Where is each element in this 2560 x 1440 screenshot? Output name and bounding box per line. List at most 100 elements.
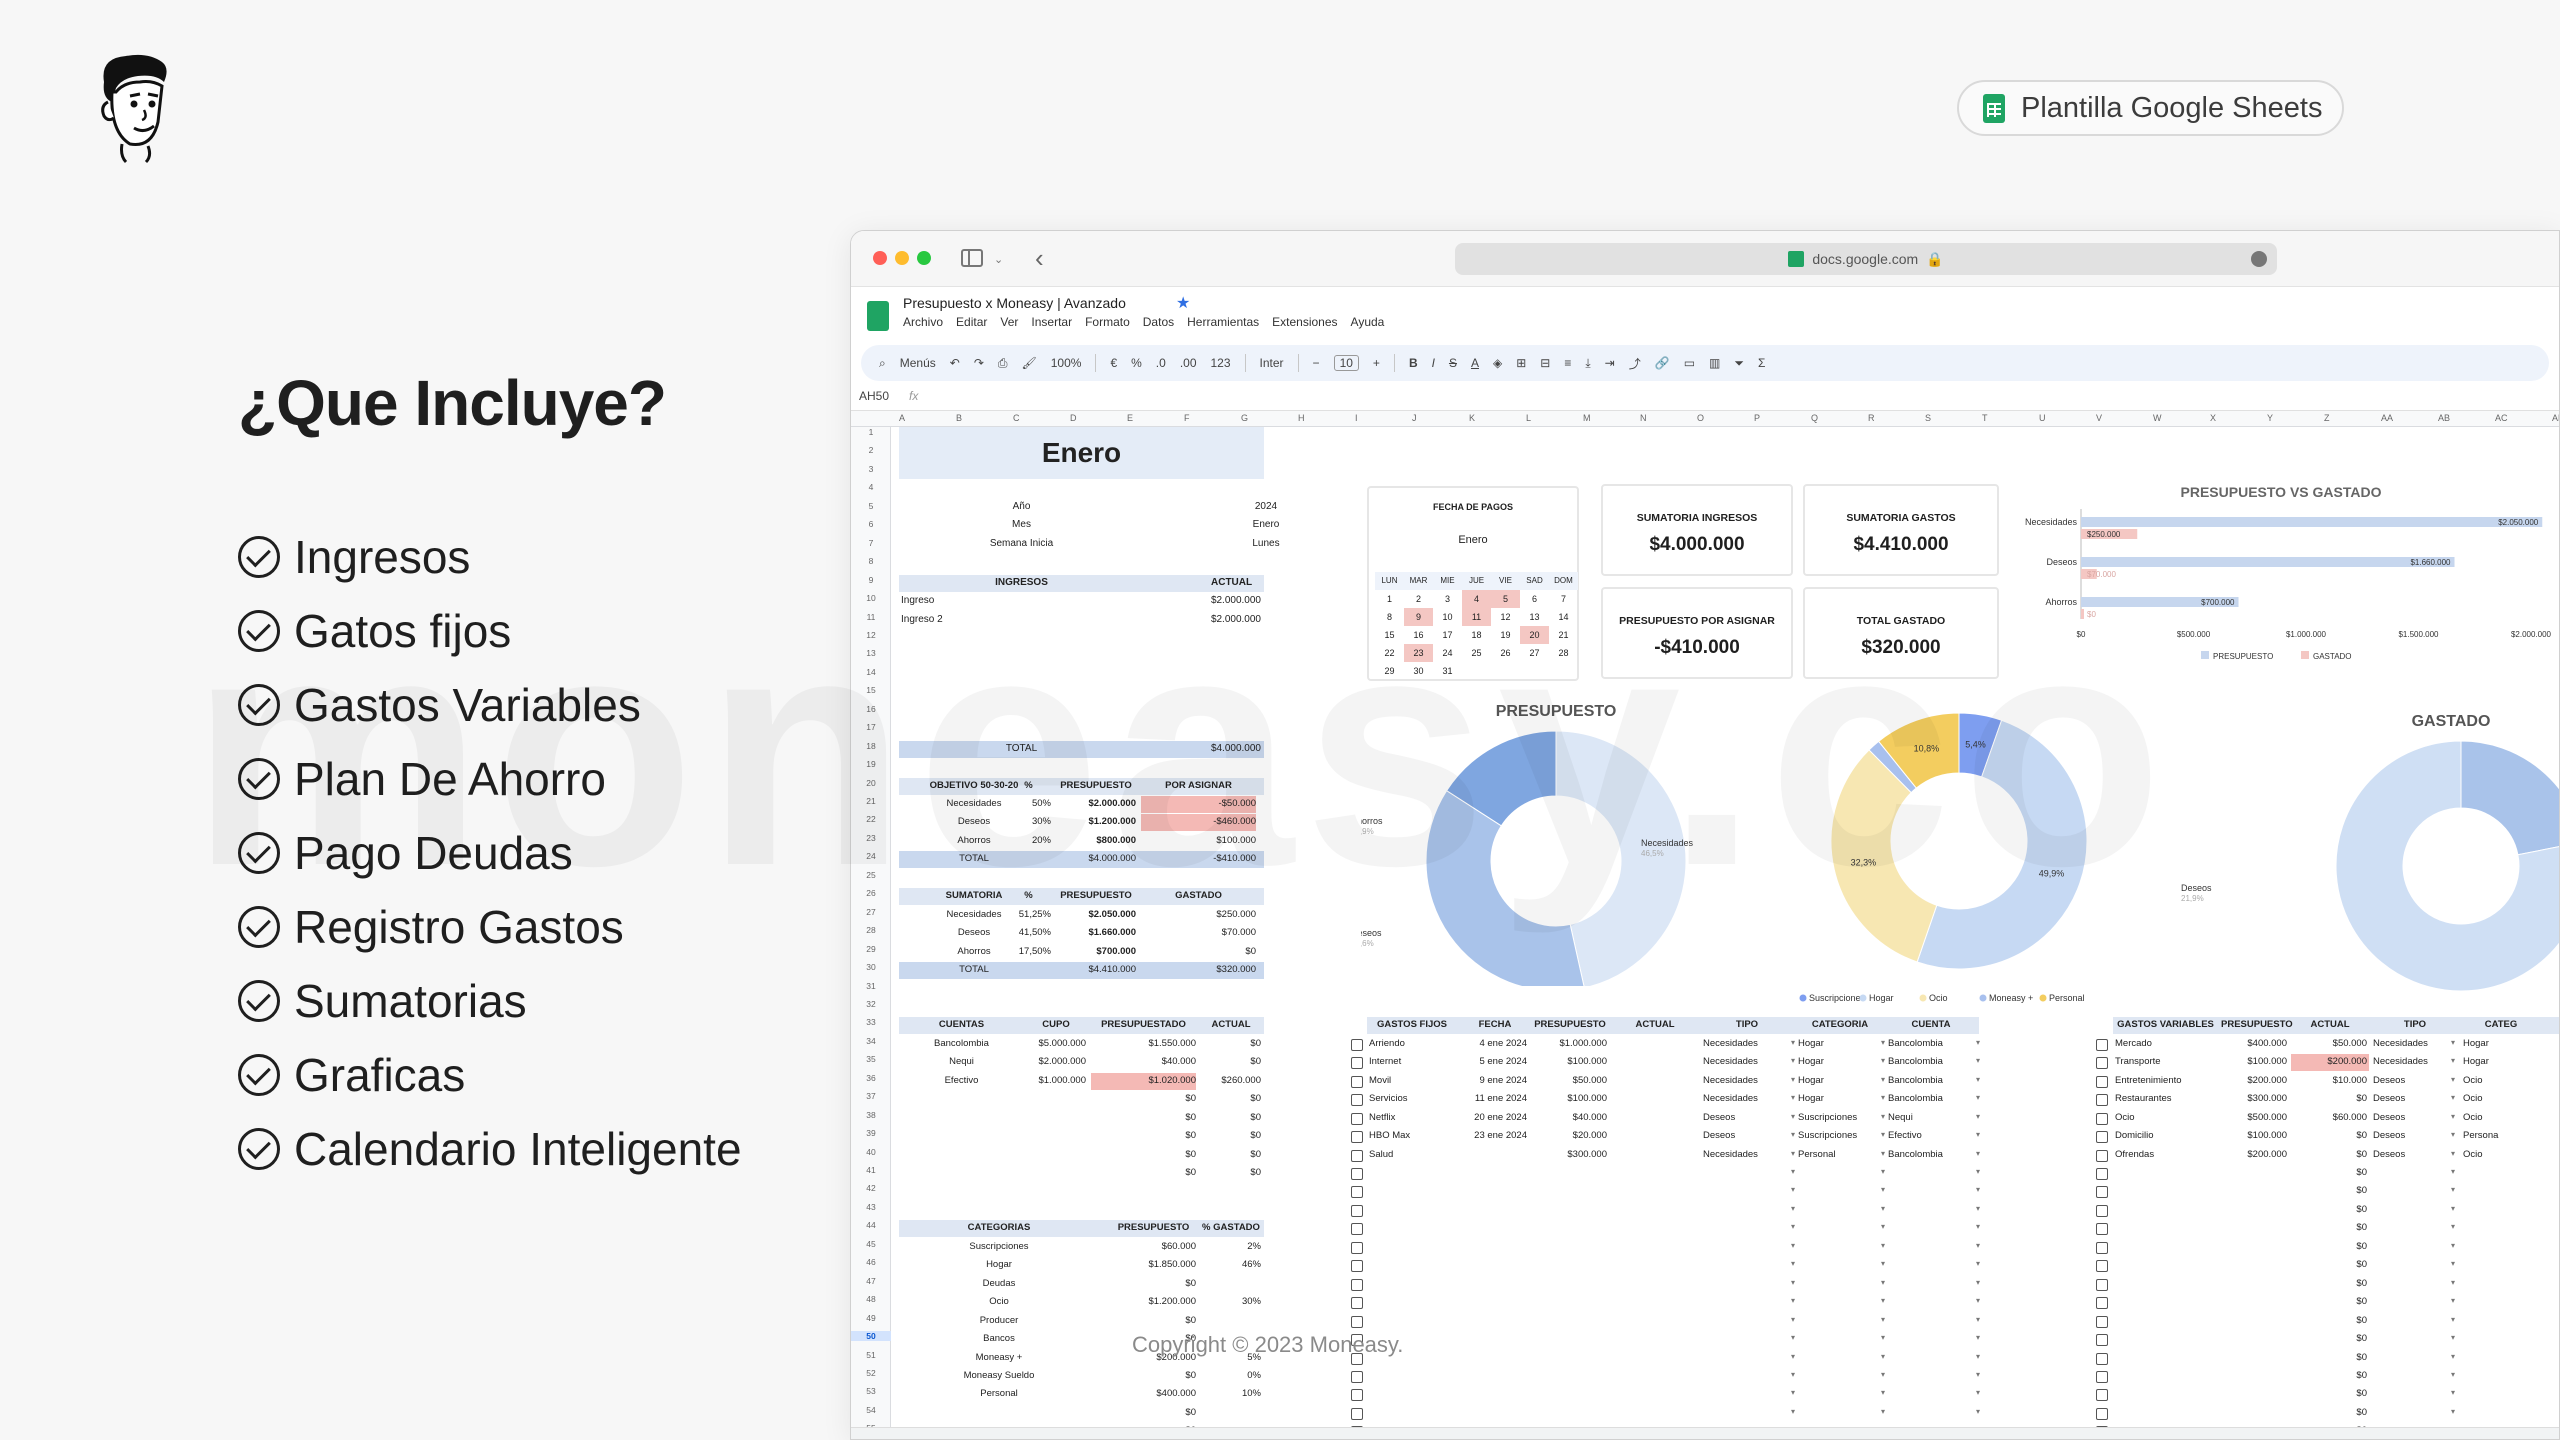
row-header[interactable]: 53 [851,1386,891,1396]
row-header[interactable]: 31 [851,981,891,991]
column-header[interactable]: U [2039,413,2046,423]
row-header[interactable]: 32 [851,999,891,1009]
row-header[interactable]: 13 [851,648,891,658]
column-header[interactable]: F [1184,413,1190,423]
paint-format-icon[interactable]: 🖌 [1022,356,1037,370]
checkbox[interactable] [1351,1094,1363,1107]
checkbox[interactable] [1351,1149,1363,1162]
column-header[interactable]: D [1070,413,1077,423]
functions-icon[interactable]: Σ [1758,356,1765,370]
increase-decimal-button[interactable]: .00 [1180,356,1197,370]
column-header[interactable]: L [1526,413,1531,423]
checkbox[interactable] [1351,1168,1363,1180]
column-header[interactable]: A [899,413,905,423]
checkbox[interactable] [2096,1094,2108,1107]
font-select[interactable]: Inter [1260,356,1284,370]
print-icon[interactable]: ⎙ [998,356,1008,371]
star-icon[interactable]: ★ [1176,293,1190,313]
checkbox[interactable] [1351,1241,1363,1254]
address-bar[interactable]: docs.google.com 🔒 [1455,243,2277,275]
checkbox[interactable] [1351,1223,1363,1236]
checkbox[interactable] [2096,1149,2108,1162]
column-header[interactable]: B [956,413,962,423]
checkbox[interactable] [2096,1278,2108,1291]
checkbox[interactable] [1351,1389,1363,1402]
row-header[interactable]: 44 [851,1220,891,1230]
row-header[interactable]: 52 [851,1368,891,1378]
menu-item[interactable]: Ayuda [1351,315,1385,329]
row-header[interactable]: 8 [851,556,891,566]
checkbox[interactable] [1351,1038,1363,1051]
checkbox[interactable] [2096,1186,2108,1199]
rotate-icon[interactable]: ⤴ [1629,355,1641,372]
row-header[interactable]: 12 [851,630,891,640]
row-header[interactable]: 54 [851,1405,891,1415]
row-header[interactable]: 36 [851,1073,891,1083]
link-icon[interactable]: 🔗 [1655,356,1670,370]
checkbox[interactable] [1351,1057,1363,1070]
menu-item[interactable]: Herramientas [1187,315,1259,329]
sheet-tabs-bar[interactable] [851,1427,2559,1439]
plus-icon[interactable]: + [1373,356,1380,370]
row-header[interactable]: 48 [851,1294,891,1304]
document-title[interactable]: Presupuesto x Moneasy | Avanzado [903,295,1126,311]
row-header[interactable]: 4 [851,482,891,492]
align-icon[interactable]: ≡ [1564,356,1571,370]
checkbox[interactable] [1351,1315,1363,1328]
sidebar-toggle-icon[interactable] [961,249,983,267]
row-header[interactable]: 37 [851,1091,891,1101]
back-arrow-icon[interactable]: ‹ [1035,243,1044,274]
merge-cells-icon[interactable]: ⊟ [1540,356,1550,370]
row-header[interactable]: 15 [851,685,891,695]
checkbox[interactable] [1351,1112,1363,1125]
menu-search-input[interactable]: Menús [900,356,936,370]
checkbox[interactable] [1351,1297,1363,1310]
column-header[interactable]: H [1298,413,1305,423]
text-color-icon[interactable]: A [1471,356,1479,370]
checkbox[interactable] [1351,1075,1363,1088]
row-header[interactable]: 26 [851,888,891,898]
search-icon[interactable]: ⌕ [879,356,886,371]
row-header[interactable]: 3 [851,464,891,474]
column-header[interactable]: AA [2381,413,2393,423]
spreadsheet-grid[interactable]: ABCDEFGHIJKLMNOPQRSTUVWXYZAAABACAD 12345… [851,411,2559,1439]
checkbox[interactable] [2096,1168,2108,1180]
row-header[interactable]: 45 [851,1239,891,1249]
row-header[interactable]: 9 [851,575,891,585]
menu-item[interactable]: Ver [1000,315,1018,329]
column-header[interactable]: Z [2324,413,2330,423]
close-window-button[interactable] [873,251,887,265]
row-header[interactable]: 28 [851,925,891,935]
column-header[interactable]: I [1355,413,1358,423]
row-header[interactable]: 23 [851,833,891,843]
column-header[interactable]: M [1583,413,1591,423]
row-header[interactable]: 16 [851,704,891,714]
row-header[interactable]: 7 [851,538,891,548]
chevron-down-icon[interactable]: ⌄ [994,253,1003,266]
checkbox[interactable] [2096,1075,2108,1088]
checkbox[interactable] [2096,1407,2108,1420]
checkbox[interactable] [2096,1131,2108,1144]
zoom-select[interactable]: 100% [1051,356,1082,370]
row-header[interactable]: 33 [851,1017,891,1027]
row-header[interactable]: 51 [851,1350,891,1360]
row-header[interactable]: 20 [851,778,891,788]
row-header[interactable]: 39 [851,1128,891,1138]
row-header[interactable]: 30 [851,962,891,972]
checkbox[interactable] [1351,1260,1363,1273]
column-header[interactable]: R [1868,413,1875,423]
italic-icon[interactable]: I [1432,356,1435,370]
row-header[interactable]: 10 [851,593,891,603]
row-header[interactable]: 50 [851,1331,891,1342]
checkbox[interactable] [2096,1389,2108,1402]
menu-item[interactable]: Extensiones [1272,315,1337,329]
menu-item[interactable]: Insertar [1031,315,1072,329]
column-header[interactable]: T [1982,413,1988,423]
checkbox[interactable] [2096,1112,2108,1125]
menu-item[interactable]: Archivo [903,315,943,329]
column-header[interactable]: J [1412,413,1417,423]
row-header[interactable]: 43 [851,1202,891,1212]
redo-icon[interactable]: ↷ [974,356,984,370]
undo-icon[interactable]: ↶ [950,356,960,370]
checkbox[interactable] [1351,1204,1363,1217]
